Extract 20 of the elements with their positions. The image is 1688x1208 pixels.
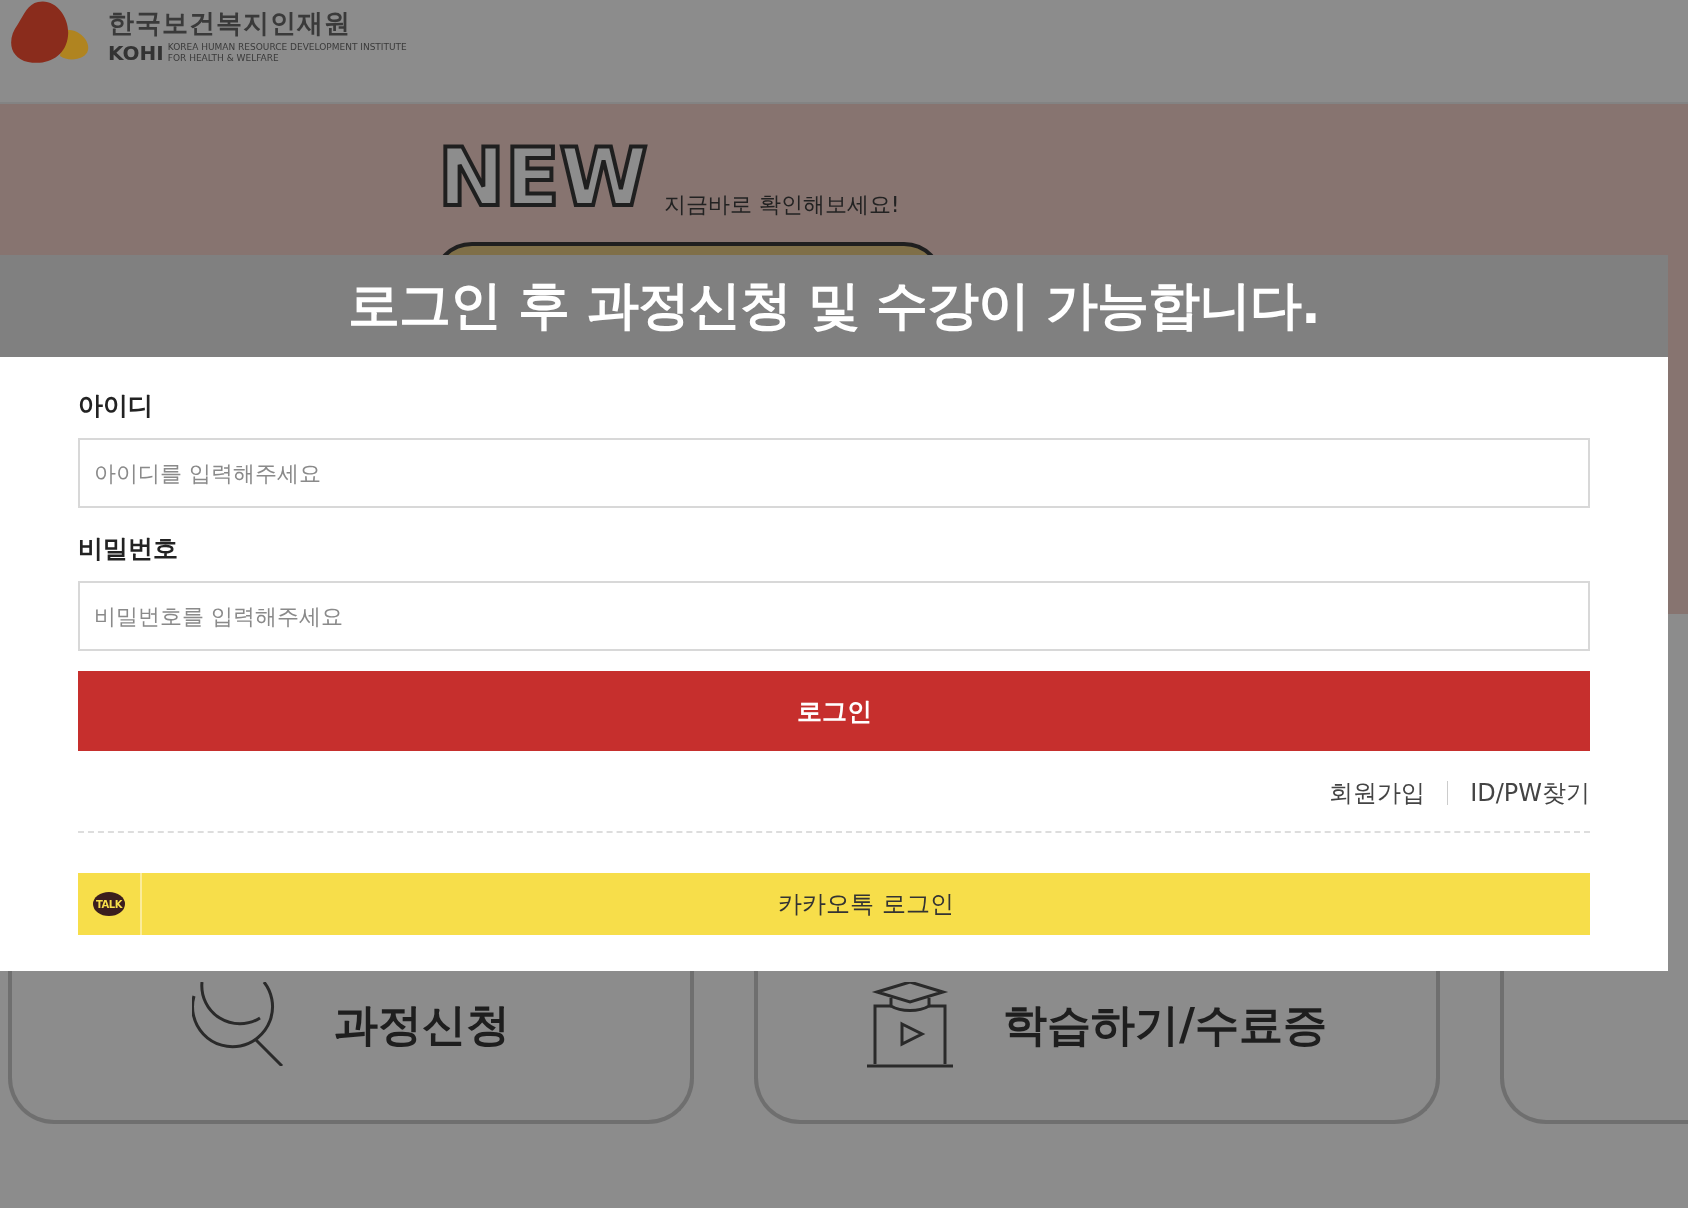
menu-card-label: 과정신청 [334, 998, 510, 1052]
login-button[interactable]: 로그인 [78, 671, 1590, 751]
logo-subtitle: FOR HEALTH & WELFARE [167, 53, 280, 64]
account-link[interactable]: ID/PW찾기 [1470, 777, 1590, 809]
logo-name: 한국보건복지인재원 [108, 7, 352, 40]
menu-card-label: 학습하기/수료증 [1002, 998, 1328, 1052]
field-label: 아이디 [78, 390, 153, 422]
talk-bubble-icon: TALK [93, 892, 125, 916]
input-field[interactable]: 비밀번호를 입력해주세요 [78, 581, 1590, 651]
account-link[interactable]: 회원가입 [1329, 777, 1426, 809]
kakao-login-button[interactable]: TALK 카카오톡 로그인 [78, 873, 1590, 935]
banner-tagline: 지금바로 확인해보세요! [663, 191, 900, 219]
graduation-video-icon [866, 982, 953, 1068]
logo-subtitle: KOREA HUMAN RESOURCE DEVELOPMENT INSTITUTE [167, 42, 407, 53]
new-label: NEW [437, 130, 649, 226]
modal-title: 로그인 후 과정신청 및 수강이 가능합니다. [0, 255, 1668, 357]
field-label: 비밀번호 [78, 533, 178, 565]
input-field[interactable]: 아이디를 입력해주세요 [78, 438, 1590, 508]
search-icon [192, 982, 284, 1066]
logo-abbreviation: KOHI [108, 41, 164, 65]
